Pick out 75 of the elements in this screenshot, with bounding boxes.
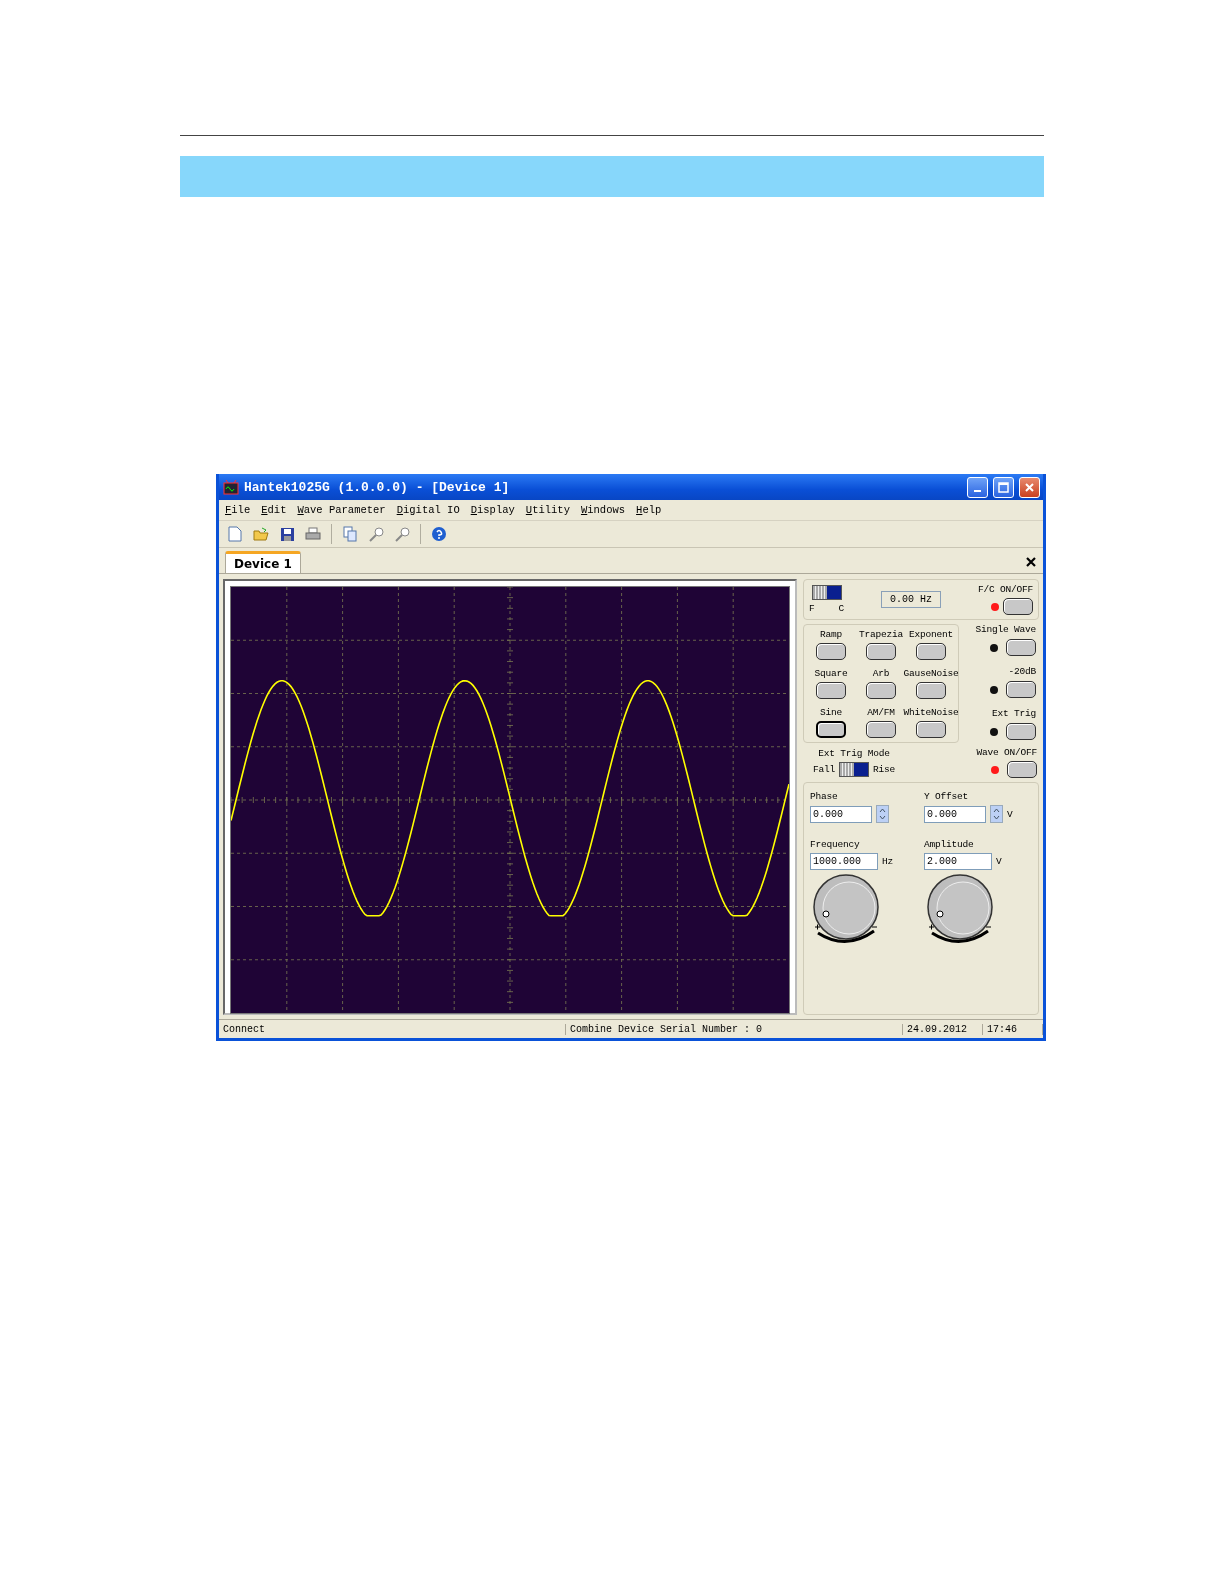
minimize-icon [974,490,981,492]
status-text: 24.09.2012 [903,1023,983,1035]
menu-item[interactable]: Utility [525,504,570,516]
panel-button[interactable] [1006,681,1036,698]
panel-button[interactable] [1003,598,1033,615]
wave-type-label: Trapezia [859,629,903,640]
wave-type-button[interactable] [866,721,896,738]
wave-type-button[interactable] [916,643,946,660]
wave-type-label: Sine [820,707,842,718]
wave-type-label: AM/FM [867,707,895,718]
close-tab-button[interactable] [1025,556,1037,568]
control-label: Wave ON/OFF [976,747,1037,758]
menu-item[interactable]: Digital IO [396,504,460,516]
wave-type-label: Exponent [909,629,953,640]
document-tab[interactable]: Device 1 [225,551,301,573]
spin-button[interactable] [990,805,1003,823]
spin-arrows-icon [991,806,1002,822]
unit-label: Hz [882,856,893,867]
app-icon [223,479,239,495]
status-text: 17:46 [983,1023,1043,1035]
wave-type-label: Arb [872,668,890,679]
parameter-field[interactable]: 0.000 [810,805,872,823]
menu-item[interactable]: Display [470,504,515,516]
spin-button[interactable] [876,805,889,823]
switch-label: Fall [813,764,835,775]
copy-button[interactable] [340,524,360,544]
control-label: Single Wave [975,624,1036,635]
menu-item[interactable]: Wave Parameter [297,504,386,516]
menu-item[interactable]: File [225,504,251,516]
parameter-field[interactable]: 1000.000 [810,853,878,870]
maximize-button[interactable] [993,476,1014,498]
panel-button[interactable] [1006,723,1036,740]
wave-type-label: Ramp [820,629,842,640]
window-title: Hantek1025G (1.0.0.0) - [Device 1] [244,479,511,495]
switch-label: Rise [873,764,896,775]
wave-type-label: WhiteNoise [903,707,959,718]
parameter-label: Frequency [810,839,861,850]
control-label: -20dB [1008,666,1036,677]
wave-type-label: Square [814,668,848,679]
toggle-switch[interactable] [811,585,842,600]
parameter-field[interactable]: 0.000 [924,805,986,823]
control-label: F/C ON/OFF [978,584,1033,595]
toggle-switch[interactable] [839,762,869,777]
wave-type-label: GauseNoise [903,668,959,679]
parameter-label: Y Offset [924,791,969,802]
wave-type-button[interactable] [866,682,896,699]
panel-button[interactable] [1007,761,1037,778]
spin-arrows-icon [877,806,888,822]
help-button[interactable] [429,524,449,544]
status-text: Combine Device Serial Number : 0 [566,1023,903,1035]
minimize-button[interactable] [967,476,988,498]
switch-label: F [809,603,815,614]
menu-item[interactable]: Edit [261,504,287,516]
parameter-label: Amplitude [924,839,975,850]
unit-label: V [1007,808,1013,820]
parameter-label: Phase [810,791,839,802]
control-label: Ext Trig [992,708,1036,719]
frequency-reading: 0.00 Hz [881,591,941,608]
status-text: Connect [219,1023,566,1035]
panel-button[interactable] [1006,639,1036,656]
wave-type-button[interactable] [816,682,846,699]
wave-type-button[interactable] [816,643,846,660]
unit-label: V [996,856,1002,867]
wave-type-button[interactable] [916,721,946,738]
switch-label: C [838,603,845,614]
wave-type-button[interactable] [916,682,946,699]
menu-item[interactable]: Windows [580,504,626,516]
close-icon [1024,481,1035,493]
parameter-field[interactable]: 2.000 [924,853,992,870]
control-label: Ext Trig Mode [818,748,890,759]
close-button[interactable] [1019,476,1040,498]
wave-type-button[interactable] [866,643,896,660]
maximize-icon [998,481,1009,493]
wave-type-button[interactable] [816,721,846,738]
menu-item[interactable]: Help [636,504,662,516]
